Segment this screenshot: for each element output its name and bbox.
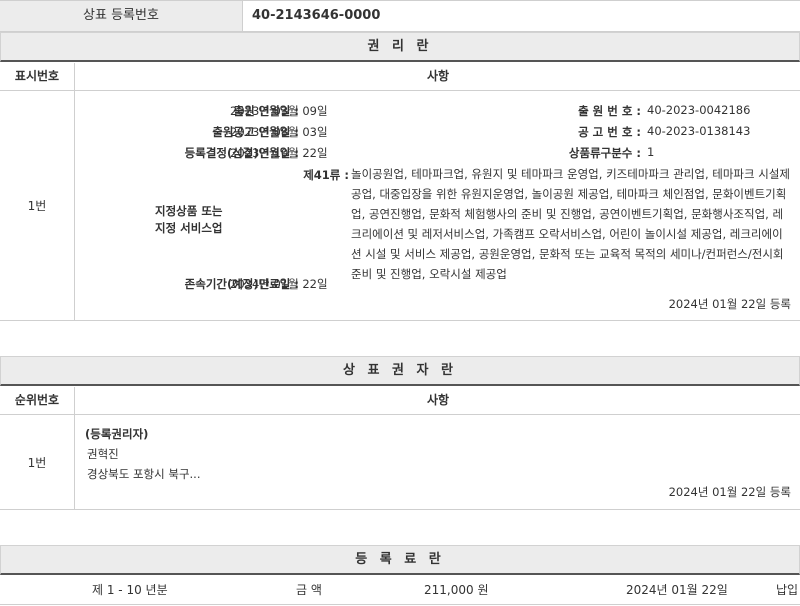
decision-date-value: 2023년 10월 22일 [230, 146, 328, 160]
rights-section-header: 권 리 란 [0, 32, 800, 62]
fee-date: 2024년 01월 22일 [626, 583, 728, 597]
display-number-header: 표시번호 [14, 69, 60, 83]
rights-column-header: 표시번호 사항 [0, 63, 800, 91]
application-number-label: 출 원 번 호 : [578, 104, 641, 118]
owner-row-content: (등록권리자) 권혁진 경상북도 포항시 북구... 2024년 01월 22일… [74, 415, 800, 509]
registration-number-bar: 상표 등록번호 40-2143646-0000 [0, 0, 800, 32]
owner-role: (등록권리자) [85, 427, 149, 441]
fee-status: 납입 [776, 583, 799, 597]
owner-name: 권혁진 [87, 447, 119, 461]
fee-row: 제 1 - 10 년분 금 액 211,000 원 2024년 01월 22일 … [0, 577, 800, 605]
owner-content-header: 사항 [74, 387, 800, 414]
rights-row: 1번 출원 연월일 : 2023년 03월 09일 출 원 번 호 : 40-2… [0, 91, 800, 321]
expiry-date-value: 2034년 01월 22일 [230, 277, 328, 291]
designated-goods-label-line1: 지정상품 또는 [155, 204, 223, 218]
owner-address: 경상북도 포항시 북구... [87, 467, 201, 481]
fee-amount-label: 금 액 [296, 583, 322, 597]
fee-period: 제 1 - 10 년분 [92, 583, 168, 597]
publication-date-value: 2023년 08월 03일 [230, 125, 328, 139]
designated-goods-text: 놀이공원업, 테마파크업, 유원지 및 테마파크 운영업, 키즈테마파크 관리업… [351, 167, 790, 281]
designated-goods-label-line2: 지정 서비스업 [155, 221, 223, 235]
goods-class-label: 제41류 : [303, 168, 349, 182]
registration-number-value: 40-2143646-0000 [252, 8, 381, 23]
owner-column-header: 순위번호 사항 [0, 387, 800, 415]
application-number-value: 40-2023-0042186 [647, 103, 751, 117]
registration-number-label: 상표 등록번호 [0, 1, 243, 31]
fee-section-header: 등 록 료 란 [0, 545, 800, 575]
application-date-value: 2023년 03월 09일 [230, 104, 328, 118]
rights-registered-date: 2024년 01월 22일 등록 [668, 297, 791, 311]
fee-amount: 211,000 원 [424, 583, 489, 597]
rank-number-header: 순위번호 [14, 393, 60, 407]
rights-row-content: 출원 연월일 : 2023년 03월 09일 출 원 번 호 : 40-2023… [74, 91, 800, 320]
class-count-label: 상품류구분수 : [568, 146, 641, 160]
publication-number-value: 40-2023-0138143 [647, 124, 751, 138]
owner-row: 1번 (등록권리자) 권혁진 경상북도 포항시 북구... 2024년 01월 … [0, 415, 800, 510]
content-header: 사항 [74, 63, 800, 90]
owner-registered-date: 2024년 01월 22일 등록 [668, 485, 791, 499]
owner-section-header: 상 표 권 자 란 [0, 356, 800, 386]
owner-row-number: 1번 [27, 455, 47, 470]
publication-number-label: 공 고 번 호 : [578, 125, 641, 139]
class-count-value: 1 [647, 145, 655, 159]
rights-row-number: 1번 [27, 199, 47, 213]
